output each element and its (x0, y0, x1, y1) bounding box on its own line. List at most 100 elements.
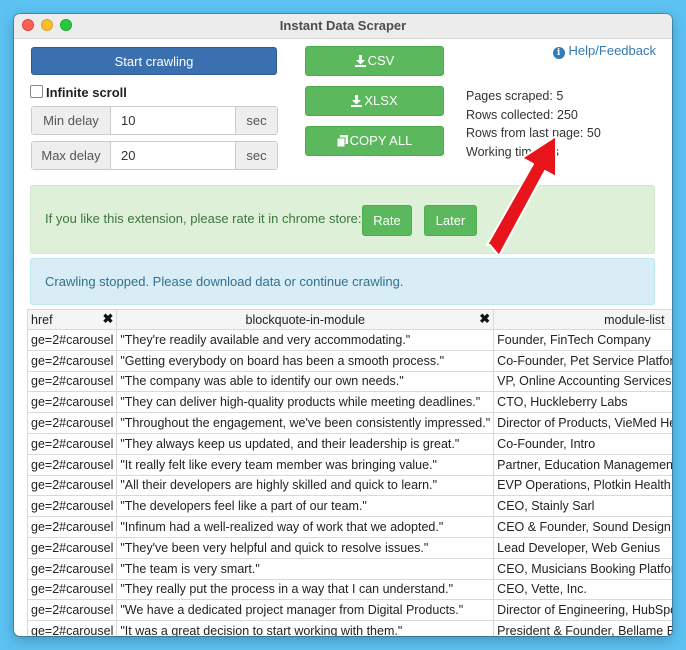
table-row: ge=2#carousel "The team is very smart." CE… (27, 557, 672, 580)
table-row: ge=2#carousel "They've been very helpful … (27, 536, 672, 559)
max-delay-unit: sec (235, 142, 277, 169)
rate-button[interactable]: Rate (362, 205, 412, 236)
table-cell: ge=2#carousel (27, 453, 118, 476)
table-cell: "The developers feel like a part of our … (116, 495, 495, 518)
copy-icon (336, 135, 348, 148)
column-header-href[interactable]: href ✖ (27, 309, 118, 330)
table-cell: Lead Developer, Web Genius (493, 536, 672, 559)
remove-column-icon[interactable]: ✖ (102, 311, 113, 327)
table-cell: ge=2#carousel (27, 620, 118, 636)
table-cell: Co-Founder, Intro (493, 432, 672, 455)
table-cell: "They always keep us updated, and their … (116, 432, 495, 455)
table-cell: "It really felt like every team member w… (116, 453, 495, 476)
rows-last-page-stat: Rows from last page: 50 (466, 126, 601, 140)
table-cell: EVP Operations, Plotkin Health (493, 474, 672, 497)
download-icon (351, 95, 363, 107)
infinite-scroll-option[interactable]: Infinite scroll (30, 85, 127, 100)
table-cell: ge=2#carousel (27, 578, 118, 601)
min-delay-label: Min delay (32, 107, 111, 134)
table-cell: CEO, Vette, Inc. (493, 578, 672, 601)
column-header-label: href (31, 312, 53, 327)
info-icon: i (552, 47, 565, 59)
table-header-row: href ✖ blockquote-in-module ✖ module-list✖… (27, 309, 672, 330)
table-cell: ge=2#carousel (27, 516, 118, 538)
table-cell: CEO, Musicians Booking Platform (493, 557, 672, 580)
table-cell: CEO, Stainly Sarl (493, 495, 672, 518)
crawl-stats: Pages scraped: 5 Rows collected: 250 Row… (466, 87, 601, 161)
table-cell: "They really put the process in a way th… (116, 578, 495, 601)
table-cell: ge=2#carousel (27, 432, 118, 455)
table-row: ge=2#carousel "Throughout the engagement,… (27, 412, 672, 434)
max-delay-group: Max delay 20 sec (31, 141, 278, 170)
status-banner-message: Crawling stopped. Please download data o… (45, 274, 404, 289)
table-cell: ge=2#carousel (27, 329, 118, 351)
app-window: Instant Data Scraper Start crawling CSV … (14, 14, 672, 636)
table-cell: "It was a great decision to start workin… (116, 620, 495, 636)
table-row: ge=2#carousel "It really felt like every … (27, 453, 672, 476)
table-cell: "The company was able to identify our ow… (116, 370, 495, 393)
table-cell: "The team is very smart." (116, 557, 495, 580)
table-cell: ge=2#carousel (27, 536, 118, 559)
rows-collected-stat: Rows collected: 250 (466, 107, 578, 122)
table-cell: Director of Engineering, HubSpot (493, 599, 672, 622)
table-cell: "Throughout the engagement, we've been c… (116, 412, 495, 434)
table-cell: Founder, FinTech Company (493, 329, 672, 351)
min-delay-group: Min delay 10 sec (31, 106, 278, 135)
table-row: ge=2#carousel "We have a dedicated projec… (27, 599, 672, 622)
table-cell: ge=2#carousel (27, 391, 118, 414)
max-delay-input[interactable]: 20 (111, 142, 235, 169)
table-cell: Partner, Education Management Company (493, 453, 672, 476)
rate-banner: If you like this extension, please rate … (30, 185, 655, 254)
column-header-label: module-list (604, 312, 665, 327)
copy-all-button[interactable]: COPY ALL (305, 126, 444, 156)
table-cell: Director of Products, VieMed Healthcare (493, 412, 672, 434)
column-header-blockquote[interactable]: blockquote-in-module ✖ (116, 309, 495, 330)
download-icon (354, 55, 366, 67)
infinite-scroll-label: Infinite scroll (46, 85, 127, 100)
table-row: ge=2#carousel "Getting everybody on board… (27, 349, 672, 372)
table-cell: ge=2#carousel (27, 349, 118, 372)
start-crawling-button[interactable]: Start crawling (31, 47, 277, 75)
table-cell: ge=2#carousel (27, 495, 118, 518)
table-row: ge=2#carousel "It was a great decision to… (27, 620, 672, 636)
table-row: ge=2#carousel "The company was able to id… (27, 370, 672, 393)
table-cell: "All their developers are highly skilled… (116, 474, 495, 497)
csv-button[interactable]: CSV (305, 46, 444, 76)
working-time-stat: Working time: 8s (466, 144, 559, 159)
min-delay-input[interactable]: 10 (111, 107, 235, 134)
xlsx-button[interactable]: XLSX (305, 86, 444, 116)
table-row: ge=2#carousel "They really put the proces… (27, 578, 672, 601)
table-row: ge=2#carousel "They always keep us update… (27, 432, 672, 455)
title-bar: Instant Data Scraper (14, 14, 672, 39)
results-table-container[interactable]: href ✖ blockquote-in-module ✖ module-list✖… (27, 309, 672, 636)
table-cell: "We have a dedicated project manager fro… (116, 599, 495, 622)
table-row: ge=2#carousel "They can deliver high-qual… (27, 391, 672, 414)
help-feedback-label: Help/Feedback (568, 43, 656, 58)
table-cell: CEO & Founder, Sound Design & Music Soft… (493, 516, 672, 538)
table-cell: VP, Online Accounting Services Company (493, 370, 672, 393)
pages-scraped-stat: Pages scraped: 5 (466, 89, 564, 103)
min-delay-unit: sec (235, 107, 277, 134)
window-title: Instant Data Scraper (279, 18, 407, 33)
csv-button-label: CSV (367, 53, 395, 68)
copy-all-button-label: COPY ALL (349, 133, 413, 148)
max-delay-label: Max delay (32, 142, 111, 169)
table-cell: "They've been very helpful and quick to … (116, 536, 495, 559)
table-cell: Co-Founder, Pet Service Platform (493, 349, 672, 372)
table-cell: ge=2#carousel (27, 412, 118, 434)
status-banner: Crawling stopped. Please download data o… (30, 258, 655, 305)
table-cell: "Getting everybody on board has been a s… (116, 349, 495, 372)
table-cell: "They can deliver high-quality products … (116, 391, 495, 414)
help-feedback-link[interactable]: i Help/Feedback (552, 43, 656, 59)
remove-column-icon[interactable]: ✖ (479, 311, 490, 327)
table-cell: ge=2#carousel (27, 599, 118, 622)
table-cell: CTO, Huckleberry Labs (493, 391, 672, 414)
table-row: ge=2#carousel "The developers feel like a… (27, 495, 672, 518)
table-cell: ge=2#carousel (27, 557, 118, 580)
column-header-module-list[interactable]: module-list✖ (493, 309, 672, 330)
xlsx-button-label: XLSX (364, 93, 398, 108)
table-cell: ge=2#carousel (27, 474, 118, 497)
later-button[interactable]: Later (424, 205, 477, 236)
table-cell: President & Founder, Bellame Beauty Inc (493, 620, 672, 636)
infinite-scroll-checkbox[interactable] (30, 85, 43, 98)
